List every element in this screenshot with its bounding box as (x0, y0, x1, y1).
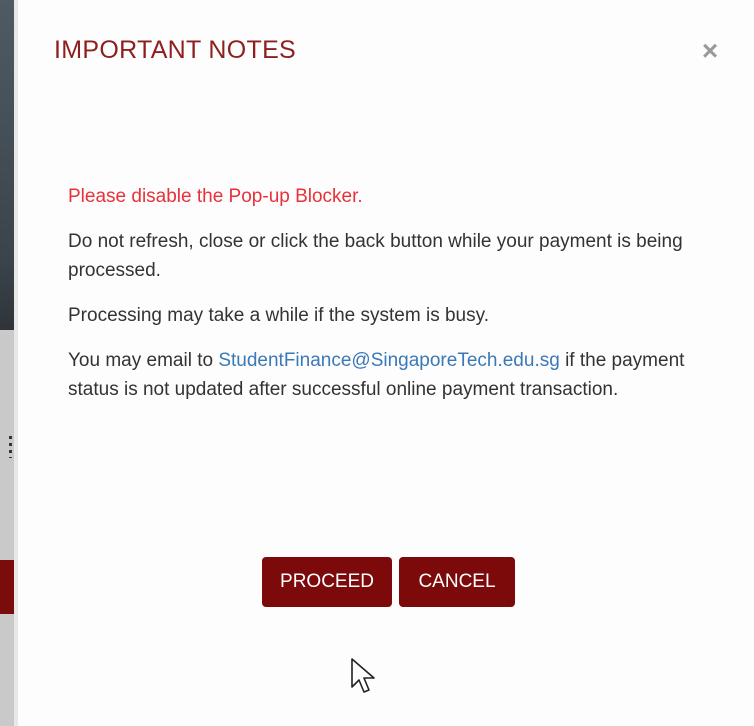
proceed-button[interactable]: PROCEED (262, 557, 392, 607)
background-dots (9, 436, 12, 458)
dialog-actions: PROCEED CANCEL (262, 557, 515, 607)
email-link[interactable]: StudentFinance@SingaporeTech.edu.sg (218, 350, 559, 371)
mouse-pointer-icon (351, 658, 375, 693)
refresh-note: Do not refresh, close or click the back … (68, 231, 683, 281)
close-icon[interactable]: × (696, 34, 724, 68)
email-prefix: You may email to (68, 350, 219, 371)
cancel-button[interactable]: CANCEL (399, 557, 515, 607)
busy-note: Processing may take a while if the syste… (68, 305, 489, 326)
background-page-strip (0, 0, 14, 726)
important-notes-dialog: IMPORTANT NOTES × Please disable the Pop… (14, 0, 754, 726)
dialog-title: IMPORTANT NOTES (54, 36, 297, 64)
email-note: You may email to StudentFinance@Singapor… (68, 346, 718, 404)
background-accent (0, 560, 14, 614)
dialog-body: Please disable the Pop-up Blocker. Do no… (68, 182, 718, 420)
popup-blocker-warning: Please disable the Pop-up Blocker. (68, 186, 363, 207)
